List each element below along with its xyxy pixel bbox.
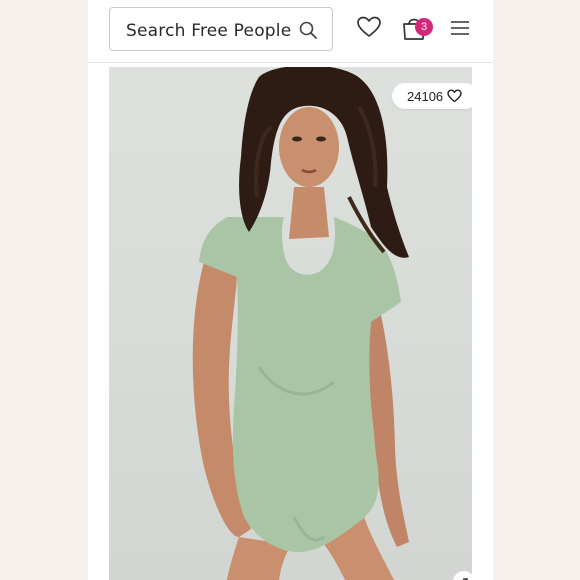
- bag-count-badge: 3: [415, 18, 433, 36]
- heart-icon[interactable]: [356, 15, 382, 39]
- product-image[interactable]: 24106: [109, 67, 472, 580]
- site-header: Search Free People 3: [88, 0, 493, 63]
- zoom-button[interactable]: [453, 571, 472, 580]
- zoom-icon: [463, 578, 468, 580]
- like-button[interactable]: 24106: [392, 83, 472, 109]
- search-input[interactable]: Search Free People: [109, 7, 333, 51]
- model-illustration: [192, 67, 409, 580]
- search-placeholder: Search Free People: [126, 21, 292, 41]
- heart-outline-icon: [447, 89, 462, 103]
- like-count: 24106: [407, 89, 444, 104]
- menu-icon[interactable]: [450, 19, 470, 37]
- search-icon[interactable]: [298, 20, 318, 40]
- mobile-page: Search Free People 3 24106: [88, 0, 493, 580]
